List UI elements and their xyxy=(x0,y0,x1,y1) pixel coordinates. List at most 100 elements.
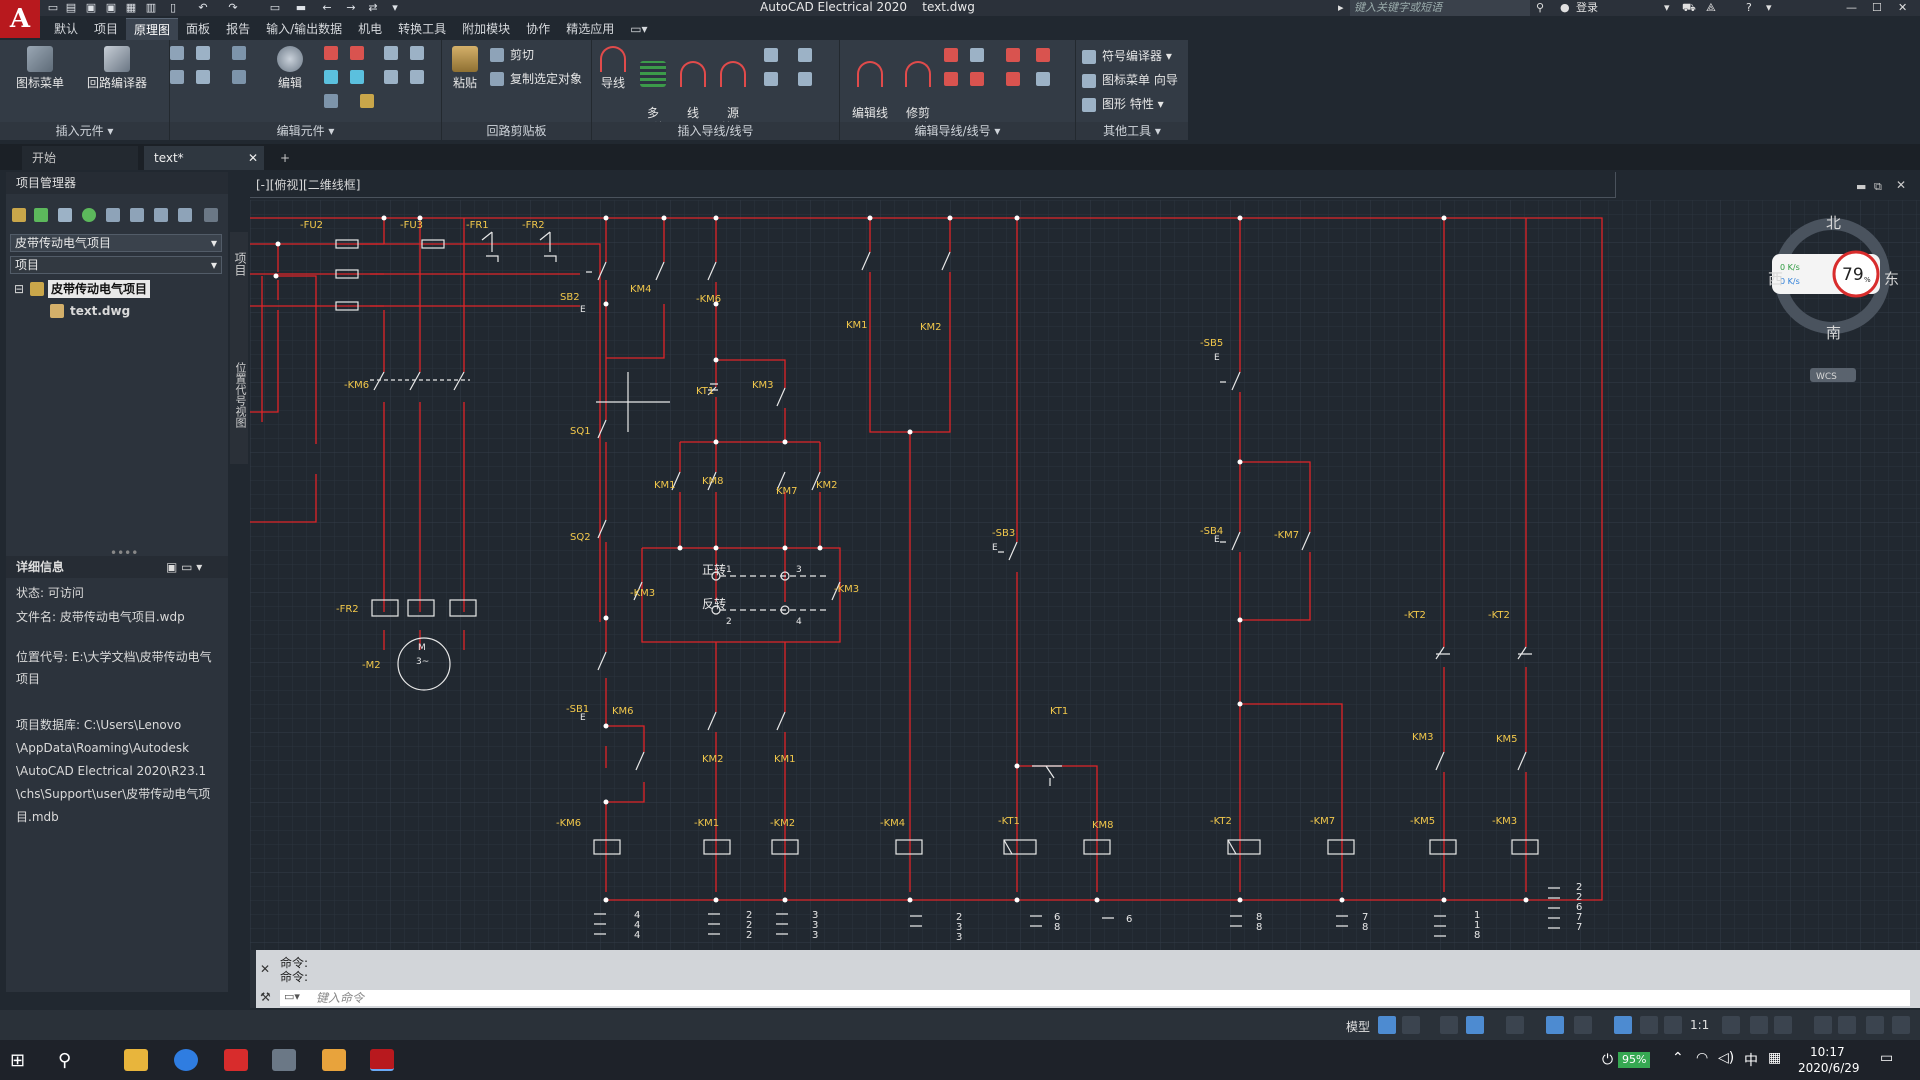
new-drawing-icon[interactable] xyxy=(58,208,72,222)
battery-level[interactable]: 95% xyxy=(1618,1052,1651,1068)
close-icon[interactable]: ✕ xyxy=(1898,0,1907,15)
toggle-no-nc-icon[interactable] xyxy=(384,70,398,84)
tab-panel[interactable]: 面板 xyxy=(178,18,218,40)
command-close-icon[interactable]: ✕ xyxy=(260,962,270,976)
volume-icon[interactable]: ◁) xyxy=(1718,1050,1734,1066)
clean-screen-icon[interactable] xyxy=(1866,1016,1884,1034)
ime-indicator[interactable]: 中 xyxy=(1744,1050,1758,1070)
refresh-icon[interactable] xyxy=(82,208,96,222)
hand-icon[interactable] xyxy=(360,94,374,108)
search-arrow-icon[interactable]: ▸ xyxy=(1338,0,1344,15)
project-properties-icon[interactable] xyxy=(130,208,144,222)
hardware-acceleration-icon[interactable] xyxy=(1838,1016,1856,1034)
save-icon[interactable]: ▣ xyxy=(84,1,98,14)
copy-selected-button[interactable]: 复制选定对象 xyxy=(510,72,582,87)
drawing-list-icon[interactable] xyxy=(154,208,168,222)
ime-mode-icon[interactable]: ▦ xyxy=(1768,1050,1781,1066)
auto-scale-icon[interactable] xyxy=(1640,1016,1658,1034)
project-icon[interactable]: ▯ xyxy=(166,1,180,14)
details-preview-icon[interactable]: ▣ ▭ ▾ xyxy=(166,556,202,578)
search-input[interactable]: 键入关键字或短语 xyxy=(1350,0,1530,16)
wire-color-icon[interactable] xyxy=(1036,72,1050,86)
toggle-wire-icon[interactable] xyxy=(1006,72,1020,86)
cross-ref-icon[interactable] xyxy=(350,70,364,84)
new-file-icon[interactable]: ▭ xyxy=(46,1,60,14)
ladder-icon[interactable] xyxy=(764,48,778,62)
command-recent-icon[interactable]: ▭▾ xyxy=(284,990,300,1003)
tab-import-export[interactable]: 输入/输出数据 xyxy=(258,18,350,40)
wcs-button[interactable]: WCS xyxy=(1810,368,1856,382)
model-space-button[interactable]: 模型 xyxy=(1346,1018,1370,1035)
annotation-visibility-icon[interactable] xyxy=(1614,1016,1632,1034)
reverse-icon[interactable] xyxy=(196,70,210,84)
publish-icon[interactable]: ▥ xyxy=(144,1,158,14)
icon-menu-button[interactable]: 图标菜单 xyxy=(10,46,70,91)
drawing-canvas[interactable]: [-][俯视][二维线框] ▬ ⧉ ✕ -FU2 -FU3 -FR1 -FR2 … xyxy=(250,172,1920,950)
print-icon[interactable]: ▭ xyxy=(268,1,282,14)
autocad-taskbar-icon[interactable] xyxy=(370,1049,394,1071)
tab-featured-apps[interactable]: 精选应用 xyxy=(558,18,622,40)
quick-access-dropdown-icon[interactable]: ▾ xyxy=(388,1,402,14)
attribute-icon[interactable] xyxy=(384,46,398,60)
tray-up-icon[interactable]: ⌃ xyxy=(1672,1050,1684,1066)
project-tasks-icon[interactable] xyxy=(106,208,120,222)
units-icon[interactable] xyxy=(1774,1016,1792,1034)
osnap-icon[interactable] xyxy=(1506,1016,1524,1034)
tab-text-dwg[interactable]: text* ✕ xyxy=(144,146,264,170)
office-icon[interactable] xyxy=(224,1049,248,1071)
panel-title-edit-wires[interactable]: 编辑导线/线号 ▾ xyxy=(840,122,1075,140)
ortho-icon[interactable] xyxy=(1440,1016,1458,1034)
new-project-icon[interactable] xyxy=(34,208,48,222)
app-icon[interactable] xyxy=(272,1049,296,1071)
pictures-icon[interactable] xyxy=(322,1049,346,1071)
selection-cycling-icon[interactable] xyxy=(1574,1016,1592,1034)
snap-icon[interactable] xyxy=(1402,1016,1420,1034)
copy-component-icon[interactable] xyxy=(196,46,210,60)
wifi-icon[interactable]: ◠ xyxy=(1696,1050,1708,1066)
move-cross-icon[interactable] xyxy=(350,46,364,60)
icon-menu-wizard-button[interactable]: 图标菜单 向导 xyxy=(1102,73,1178,88)
cart-icon[interactable]: ⛟ xyxy=(1682,0,1696,15)
wire-gap-icon[interactable] xyxy=(798,72,812,86)
clock-time[interactable]: 10:17 xyxy=(1810,1045,1845,1059)
binoculars-icon[interactable]: ⚲ xyxy=(1536,0,1544,15)
plot-icon[interactable]: ▦ xyxy=(124,1,138,14)
project-filter-select[interactable]: 项目 ▾ xyxy=(10,256,222,274)
move-component-icon[interactable] xyxy=(170,46,184,60)
autocad-logo-icon[interactable]: A xyxy=(0,0,40,38)
workspace-gear-icon[interactable] xyxy=(1722,1016,1740,1034)
polar-icon[interactable] xyxy=(1466,1016,1484,1034)
undo-icon[interactable]: ↶ xyxy=(196,1,210,14)
shape-properties-button[interactable]: 图形 特性 ▾ xyxy=(1102,97,1164,112)
paste-button[interactable]: 粘贴 xyxy=(448,46,482,91)
edit-attr-icon[interactable] xyxy=(410,46,424,60)
command-input[interactable]: 键入命令 xyxy=(280,990,1910,1006)
copy-catalog-icon[interactable] xyxy=(324,94,338,108)
grid-icon[interactable] xyxy=(1378,1016,1396,1034)
move-wire-icon[interactable] xyxy=(970,72,984,86)
retag-icon[interactable] xyxy=(324,70,338,84)
dynamic-ucs-icon[interactable] xyxy=(1546,1016,1564,1034)
login-dropdown-icon[interactable]: ▾ xyxy=(1664,0,1670,15)
tree-file-item[interactable]: text.dwg xyxy=(70,302,130,320)
symbol-builder-button[interactable]: 符号编译器 ▾ xyxy=(1102,49,1172,64)
compass-north[interactable]: 北 xyxy=(1826,212,1841,233)
help-dropdown-icon[interactable]: ▾ xyxy=(1766,0,1772,15)
tab-addins[interactable]: 附加模块 xyxy=(454,18,518,40)
help-icon[interactable]: ? xyxy=(1746,0,1752,15)
panel-title-other-tools[interactable]: 其他工具 ▾ xyxy=(1076,122,1188,140)
tab-close-icon[interactable]: ✕ xyxy=(248,146,258,170)
maximize-icon[interactable]: ☐ xyxy=(1872,0,1882,15)
wire-button[interactable]: 导线 xyxy=(596,46,630,91)
notification-icon[interactable]: ▭ xyxy=(1880,1050,1893,1066)
panel-title-edit-components[interactable]: 编辑元件 ▾ xyxy=(170,122,441,140)
tab-default[interactable]: 默认 xyxy=(46,18,86,40)
ribbon-toggle-icon[interactable]: ▭▾ xyxy=(622,18,655,40)
align-icon[interactable] xyxy=(232,46,246,60)
autodesk-icon[interactable]: ⟁ xyxy=(1706,0,1716,15)
annotation-scale-icon[interactable] xyxy=(1664,1016,1682,1034)
new-tab-button[interactable]: + xyxy=(274,146,298,170)
stretch-wire-icon[interactable] xyxy=(1006,48,1020,62)
open-project-icon[interactable] xyxy=(12,208,26,222)
tab-electromechanical[interactable]: 机电 xyxy=(350,18,390,40)
